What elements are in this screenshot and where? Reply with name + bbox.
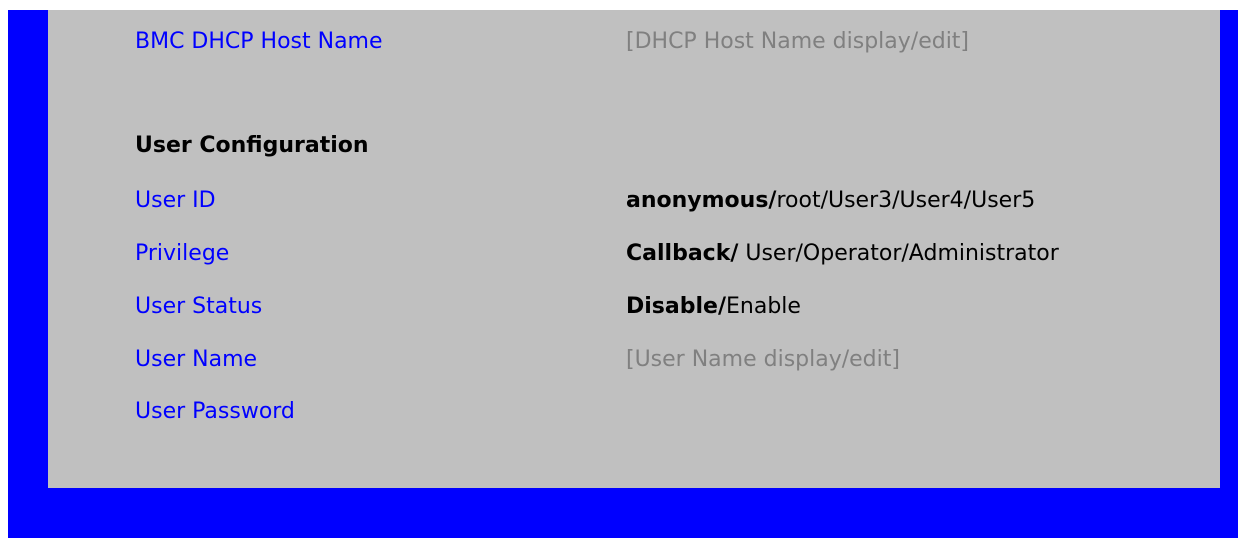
user-id-label[interactable]: User ID: [135, 185, 216, 217]
bmc-dhcp-host-name-row[interactable]: BMC DHCP Host Name [DHCP Host Name displ…: [48, 26, 1220, 58]
user-id-selected-option: anonymous/: [626, 188, 777, 213]
user-configuration-heading: User Configuration: [135, 133, 369, 158]
bmc-dhcp-host-name-field[interactable]: [DHCP Host Name display/edit]: [626, 26, 969, 58]
user-status-label[interactable]: User Status: [135, 291, 262, 323]
user-status-options[interactable]: Disable/Enable: [626, 291, 801, 323]
bios-setup-panel: BMC DHCP Host Name [DHCP Host Name displ…: [48, 10, 1220, 488]
privilege-selected-option: Callback/: [626, 241, 739, 266]
user-status-other-options: Enable: [726, 294, 801, 319]
user-name-field[interactable]: [User Name display/edit]: [626, 344, 900, 376]
privilege-label[interactable]: Privilege: [135, 238, 229, 270]
privilege-row[interactable]: Privilege Callback/ User/Operator/Admini…: [48, 238, 1220, 270]
user-password-row[interactable]: User Password: [48, 396, 1220, 428]
user-id-row[interactable]: User ID anonymous/root/User3/User4/User5: [48, 185, 1220, 217]
privilege-other-options: User/Operator/Administrator: [738, 241, 1059, 266]
user-password-label[interactable]: User Password: [135, 396, 295, 428]
user-status-row[interactable]: User Status Disable/Enable: [48, 291, 1220, 323]
bmc-dhcp-host-name-label[interactable]: BMC DHCP Host Name: [135, 26, 383, 58]
user-configuration-heading-row: User Configuration: [48, 130, 1220, 162]
user-id-options[interactable]: anonymous/root/User3/User4/User5: [626, 185, 1035, 217]
user-name-row[interactable]: User Name [User Name display/edit]: [48, 344, 1220, 376]
user-id-other-options: root/User3/User4/User5: [776, 188, 1036, 213]
privilege-options[interactable]: Callback/ User/Operator/Administrator: [626, 238, 1059, 270]
user-name-label[interactable]: User Name: [135, 344, 257, 376]
user-status-selected-option: Disable/: [626, 294, 726, 319]
